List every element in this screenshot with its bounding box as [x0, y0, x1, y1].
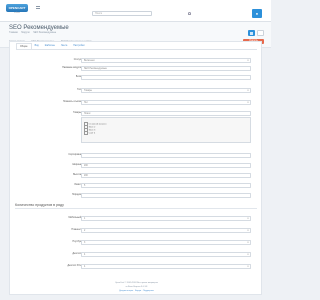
save-button[interactable] [248, 30, 255, 36]
show-links-row: Показать ссылки Нет [10, 100, 263, 105]
field-label: Статус [73, 58, 81, 61]
footer-copyright: OpenCart © 2009-2024 Все права защищены [114, 282, 159, 284]
products-autocomplete-input[interactable]: Поиск [81, 111, 251, 116]
menu-toggle-icon[interactable] [36, 6, 40, 9]
tab-bar: Общие Вид Шаблоны Лента Настройки [16, 43, 257, 50]
sort-input[interactable] [81, 153, 251, 158]
tablet-row: Планшет 2 [10, 228, 263, 233]
user-menu-button[interactable]: ● [252, 9, 262, 18]
field-label: Порядок [71, 193, 81, 196]
footer-links[interactable]: Документация · Форум · Поддержка [10, 290, 263, 293]
limit-row: Лимит 5 [10, 183, 263, 188]
field-label: Название модуля [62, 66, 81, 69]
limit-input[interactable]: 5 [81, 183, 251, 188]
breadcrumb: Главная Модули SEO Рекомендуемые [9, 32, 59, 35]
tab-view[interactable]: Вид [32, 43, 42, 49]
field-label: Сортировка [68, 153, 81, 156]
laptop-select[interactable]: 3 [81, 240, 251, 245]
block-row: Блок [10, 75, 263, 80]
footer: OpenCart © 2009-2024 Все права защищены … [10, 282, 263, 292]
logo-subtitle: ocStore [14, 12, 20, 14]
mobile-row: Мобильный 1 [10, 216, 263, 221]
desktop-xxl-select[interactable]: 4 [81, 264, 251, 269]
list-item[interactable]: Сайт 4 [84, 131, 96, 135]
section-title: Количество продуктов в ряду [15, 203, 64, 207]
show-links-select[interactable]: Нет [81, 100, 251, 105]
order-input[interactable] [81, 193, 251, 198]
field-label: Планшет [71, 228, 81, 231]
status-row: Статус Включено [10, 58, 263, 63]
breadcrumb-item[interactable]: Модули [21, 32, 29, 34]
block-input[interactable] [81, 75, 251, 80]
module-name-row: Название модуля SEO Рекомендуемые [10, 66, 263, 71]
field-label: Десктоп [72, 252, 81, 255]
field-label: Высота [73, 173, 81, 176]
search-input[interactable]: Поиск [92, 11, 152, 16]
tab-general[interactable]: Общие [16, 43, 32, 49]
breadcrumb-item[interactable]: Главная [9, 32, 18, 34]
opencart-logo[interactable]: OPENCART [6, 4, 28, 12]
module-name-input[interactable]: SEO Рекомендуемые [81, 66, 251, 71]
desktop-xxl-row: Десктоп XXL 4 [10, 264, 263, 269]
breadcrumb-item[interactable]: SEO Рекомендуемые [33, 32, 56, 34]
field-label: Лимит [74, 183, 81, 186]
mobile-select[interactable]: 1 [81, 216, 251, 221]
width-row: Ширина 200 [10, 163, 263, 168]
status-select[interactable]: Включено [81, 58, 251, 63]
order-row: Порядок [10, 193, 263, 198]
type-row: Тип Товары [10, 88, 263, 93]
tablet-select[interactable]: 2 [81, 228, 251, 233]
product-list-box[interactable]: Основной магазин Store 2 Store 3 Сайт 4 [81, 117, 251, 143]
field-label: Десктоп XXL [67, 264, 81, 267]
back-button[interactable] [257, 30, 264, 36]
field-label: Товары [73, 111, 81, 114]
type-select[interactable]: Товары [81, 88, 251, 93]
settings-card: Общие Вид Шаблоны Лента Настройки Статус… [9, 41, 262, 295]
field-label: Показать ссылки [63, 100, 81, 103]
height-row: Высота 200 [10, 173, 263, 178]
top-navbar: OPENCART ocStore Поиск ● [0, 0, 271, 22]
tab-templates[interactable]: Шаблоны [42, 43, 58, 49]
sort-row: Сортировка [10, 153, 263, 158]
tab-feed[interactable]: Лента [58, 43, 70, 49]
height-input[interactable]: 200 [81, 173, 251, 178]
bell-icon[interactable] [188, 12, 191, 15]
desktop-select[interactable]: 4 [81, 252, 251, 257]
products-row: Товары Поиск [10, 111, 263, 116]
width-input[interactable]: 200 [81, 163, 251, 168]
field-label: Ноутбук [72, 240, 81, 243]
footer-version: ocStore Версия 3.0.3.8 [125, 286, 148, 288]
field-label: Ширина [72, 163, 82, 166]
laptop-row: Ноутбук 3 [10, 240, 263, 245]
field-label: Мобильный [68, 216, 81, 219]
tab-settings[interactable]: Настройки [70, 43, 87, 49]
desktop-row: Десктоп 4 [10, 252, 263, 257]
